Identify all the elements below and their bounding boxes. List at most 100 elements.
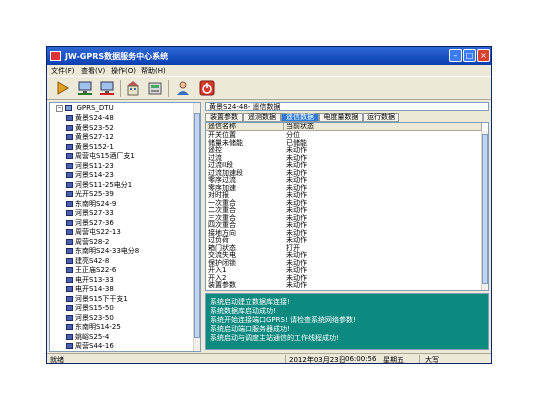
tree-node[interactable]: 王正庙S22-6 [66, 265, 117, 274]
menu-file[interactable]: 文件(F) [51, 66, 75, 76]
tree-node[interactable]: 周营S28-2 [66, 237, 109, 246]
tree-node[interactable]: 周营S44-16 [66, 341, 114, 350]
app-icon [50, 51, 61, 61]
device-icon [66, 191, 73, 197]
tree-node-label: 周营屯S22-13 [75, 228, 121, 236]
minimize-icon: – [453, 51, 458, 60]
table-row[interactable]: 接地方向 未动作 [206, 229, 482, 237]
menu-view[interactable]: 查看(V) [81, 66, 105, 76]
signal-name-cell: 四次重合 [208, 221, 236, 229]
table-row[interactable]: 开入2 未动作 [206, 274, 482, 282]
table-row[interactable]: 零序过流 未动作 [206, 177, 482, 184]
signal-status-cell: 未动作 [286, 206, 307, 214]
tree-node[interactable]: 河景S15-50 [66, 303, 114, 312]
expand-icon[interactable]: − [56, 104, 63, 112]
tab-device-params[interactable]: 装置参数 [205, 113, 243, 122]
user-icon[interactable] [175, 80, 191, 96]
table-row[interactable]: 对时报 未动作 [206, 192, 482, 199]
tab-operation[interactable]: 运行数据 [363, 113, 399, 122]
tree-root-label: GPRS_DTU [76, 104, 114, 112]
table-scrollbar-thumb[interactable] [482, 134, 488, 284]
tree-node[interactable]: 周营屯S22-13 [66, 227, 121, 236]
tree-node[interactable]: 黄景S23-52 [66, 123, 114, 132]
tree-node[interactable]: 黄景S24-48 [66, 113, 114, 122]
tree-node[interactable]: 光开S25-39 [66, 189, 114, 198]
table-row[interactable]: 开入1 未动作 [206, 267, 482, 274]
device-tree[interactable]: − GPRS_DTU 黄景S24-48 黄景S23-52 黄景S27-12 黄景S15… [49, 102, 201, 352]
tree-node[interactable]: 电开S13-33 [66, 275, 114, 284]
settings-icon[interactable] [147, 80, 163, 96]
tree-node-label: 王正庙S22-6 [75, 266, 117, 274]
table-row[interactable]: 储量未储能 已储能 [206, 139, 482, 147]
toolbar-separator [120, 80, 121, 97]
maximize-button[interactable]: □ [463, 49, 476, 62]
tree-node-label: 东南明S14-25 [75, 323, 121, 331]
tree-node[interactable]: 河景S23-50 [66, 313, 114, 322]
menu-operate[interactable]: 操作(O) [111, 66, 136, 76]
table-row[interactable]: 保护闭锁 未动作 [206, 259, 482, 267]
tab-energy[interactable]: 电度量数据 [319, 113, 363, 122]
tab-telesignal[interactable]: 遥信数据 [281, 113, 319, 122]
table-row[interactable]: 过流 未动作 [206, 154, 482, 162]
table-row[interactable]: 二次重合 未动作 [206, 207, 482, 214]
title-bar[interactable]: JW-GPRS数据服务中心系统 – □ × [47, 47, 491, 65]
menu-help[interactable]: 帮助(H) [141, 66, 166, 76]
tree-node[interactable]: 黄景S27-12 [66, 132, 114, 141]
signal-name-cell: 对时报 [208, 191, 229, 199]
minimize-button[interactable]: – [449, 49, 462, 62]
table-row[interactable]: 四次重合 未动作 [206, 222, 482, 229]
tree-node[interactable]: 河景S14-23 [66, 170, 114, 179]
tree-node-label: 黄景S152-1 [75, 142, 114, 151]
table-row[interactable]: 三次重合 未动作 [206, 214, 482, 222]
network-disconnect-icon[interactable] [99, 80, 115, 96]
table-row[interactable]: 开关位置 分位 [206, 132, 482, 139]
tree-node[interactable]: 建亮S42-8 [66, 256, 109, 265]
tree-node[interactable]: 河景S27-36 [66, 218, 114, 227]
tree-node[interactable]: 周营屯S15酒厂支1 [66, 151, 135, 160]
table-row[interactable]: 装置参数 未动作 [206, 282, 482, 289]
tree-node[interactable]: 河景S15下干支1 [66, 294, 128, 303]
network-icon[interactable] [77, 80, 93, 96]
table-row[interactable]: 过流II段 未动作 [206, 162, 482, 169]
tree-node[interactable]: 河景S11-23 [66, 161, 114, 170]
tree-node[interactable]: 姚峪S25-4 [66, 332, 110, 341]
table-row[interactable]: 箱门状态 打开 [206, 244, 482, 252]
device-icon [66, 238, 73, 245]
table-row[interactable]: 零序加速 未动作 [206, 184, 482, 192]
tree-root[interactable]: − GPRS_DTU [56, 104, 114, 112]
device-icon [66, 153, 73, 159]
building-icon[interactable] [125, 80, 141, 96]
tree-node[interactable]: 东南明S24-9 [66, 199, 116, 208]
run-icon[interactable] [55, 80, 71, 96]
device-icon [66, 257, 73, 264]
device-icon [66, 200, 73, 207]
signal-name-cell: 开入1 [208, 266, 227, 274]
tree-node[interactable]: 河景S27-33 [66, 208, 114, 217]
table-row[interactable]: 交流失电 未动作 [206, 252, 482, 259]
signal-status-cell: 分位 [286, 131, 300, 139]
tree-node[interactable]: 河景S11-25电分1 [66, 180, 132, 189]
tree-node[interactable]: 东南明S14-25 [66, 322, 121, 331]
tree-node[interactable]: 黄景S152-1 [66, 142, 114, 151]
table-row[interactable]: 过负荷 未动作 [206, 237, 482, 244]
signal-name-cell: 装置参数 [208, 281, 236, 289]
device-icon [66, 276, 73, 283]
table-scrollbar[interactable] [481, 131, 488, 290]
close-button[interactable]: × [477, 49, 490, 62]
tree-node[interactable]: 东南明S24-33电分8 [66, 246, 139, 255]
column-header-name[interactable]: 遥信名称 [206, 123, 284, 131]
tree-node[interactable]: 电开S14-38 [66, 284, 114, 293]
table-row[interactable]: 过流加速段 未动作 [206, 169, 482, 177]
table-row[interactable]: 一次重合 未动作 [206, 199, 482, 207]
menu-bar: 文件(F) 查看(V) 操作(O) 帮助(H) [47, 65, 491, 76]
signal-name-cell: 零序过流 [208, 176, 236, 184]
tab-telemetry[interactable]: 遥测数据 [243, 113, 281, 122]
table-row[interactable]: 遥控 未动作 [206, 147, 482, 154]
power-icon[interactable] [199, 80, 215, 96]
column-header-status[interactable]: 当前状态 [284, 123, 482, 131]
tree-node-label: 河景S15下干支1 [75, 294, 128, 303]
tree-scrollbar-thumb[interactable] [194, 113, 200, 338]
tree-node-label: 姚峪S25-4 [75, 332, 110, 341]
tree-scrollbar[interactable] [193, 103, 200, 351]
telesignal-table[interactable]: 遥信名称 当前状态 开关位置 分位 储量未储能 已储能 遥控 未动作 过流 未动作 过流II段未… [205, 122, 489, 291]
